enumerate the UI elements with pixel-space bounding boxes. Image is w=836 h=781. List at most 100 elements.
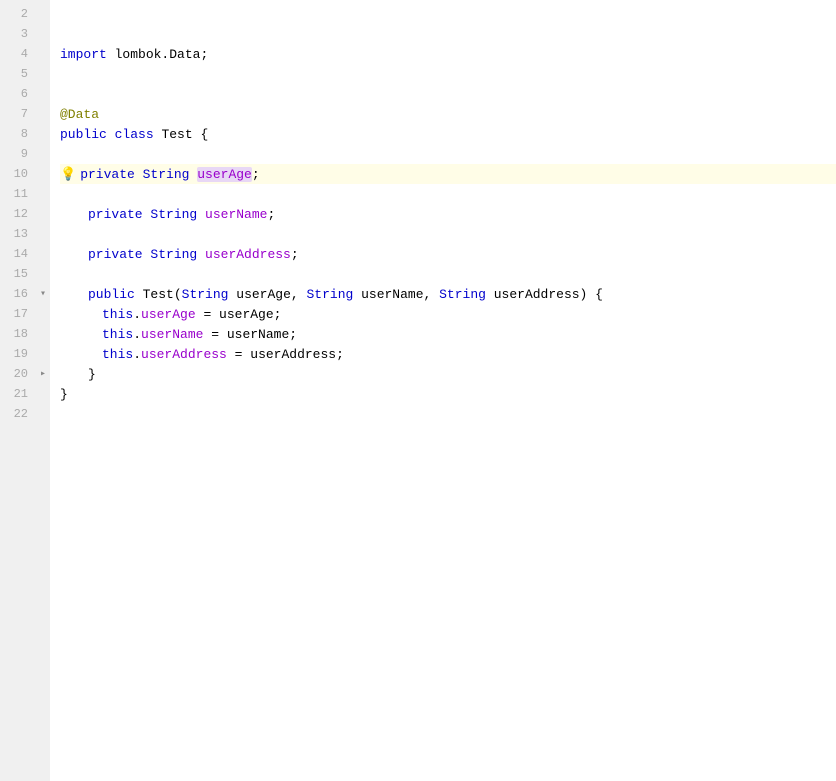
import-path: lombok. (107, 47, 169, 62)
code-line-8: public class Test { (60, 124, 836, 144)
line-num-19: 19 (0, 347, 36, 361)
code-line-18: this . userName = userName; (60, 324, 836, 344)
line-num-22: 22 (0, 407, 36, 421)
keyword-private-14: private (88, 247, 143, 262)
field-username: userName (205, 207, 267, 222)
code-line-19: this . userAddress = userAddress; (60, 344, 836, 364)
line-row-2: 2 (0, 4, 50, 24)
line-num-6: 6 (0, 87, 36, 101)
keyword-private-12: private (88, 207, 143, 222)
code-content[interactable]: import lombok. Data ; @Data public class… (50, 0, 836, 781)
line-num-9: 9 (0, 147, 36, 161)
line-row-17: 17 (0, 304, 50, 324)
line-num-5: 5 (0, 67, 36, 81)
code-line-11 (60, 184, 836, 204)
line-row-19: 19 (0, 344, 50, 364)
classname-test: Test (161, 127, 192, 142)
keyword-private-10: private (80, 167, 135, 182)
line-row-22: 22 (0, 404, 50, 424)
line-gutter: 2 3 4 5 6 7 8 9 (0, 0, 50, 781)
line-num-16: 16 (0, 287, 36, 301)
line-row-9: 9 (0, 144, 50, 164)
type-string-10: String (143, 167, 190, 182)
this-userage: userAge (141, 307, 196, 322)
type-string-12: String (150, 207, 197, 222)
param-type-2: String (306, 287, 353, 302)
keyword-import: import (60, 47, 107, 62)
keyword-public-8: public (60, 127, 107, 142)
keyword-this-17: this (102, 307, 133, 322)
param-type-1: String (182, 287, 229, 302)
line-num-2: 2 (0, 7, 36, 21)
line-num-10: 10 (0, 167, 36, 181)
line-num-13: 13 (0, 227, 36, 241)
line-row-18: 18 (0, 324, 50, 344)
line-num-11: 11 (0, 187, 36, 201)
line-row-15: 15 (0, 264, 50, 284)
line-row-4: 4 (0, 44, 50, 64)
line-num-14: 14 (0, 247, 36, 261)
code-line-12: private String userName ; (60, 204, 836, 224)
code-line-7: @Data (60, 104, 836, 124)
field-userage-highlight: userAge (197, 167, 252, 182)
code-line-16: public Test ( String userAge, String use… (60, 284, 836, 304)
line-num-4: 4 (0, 47, 36, 61)
line-row-7: 7 (0, 104, 50, 124)
code-line-10: 💡 private String userAge ; (60, 164, 836, 184)
line-row-16: 16 ▾ (0, 284, 50, 304)
code-line-6 (60, 84, 836, 104)
code-line-13 (60, 224, 836, 244)
line-row-12: 12 (0, 204, 50, 224)
line-row-13: 13 (0, 224, 50, 244)
keyword-this-19: this (102, 347, 133, 362)
annotation-data: @Data (60, 107, 99, 122)
code-line-5 (60, 64, 836, 84)
code-line-14: private String userAddress ; (60, 244, 836, 264)
import-class: Data (169, 47, 200, 62)
this-username: userName (141, 327, 203, 342)
line-num-8: 8 (0, 127, 36, 141)
line-row-14: 14 (0, 244, 50, 264)
line-num-21: 21 (0, 387, 36, 401)
line-row-6: 6 (0, 84, 50, 104)
fold-16[interactable]: ▾ (36, 288, 50, 300)
this-useraddress: userAddress (141, 347, 227, 362)
code-line-3 (60, 24, 836, 44)
line-num-7: 7 (0, 107, 36, 121)
line-num-20: 20 (0, 367, 36, 381)
line-num-18: 18 (0, 327, 36, 341)
constructor-test: Test (143, 287, 174, 302)
import-semi: ; (200, 47, 208, 62)
field-useraddress: userAddress (205, 247, 291, 262)
code-line-17: this . userAge = userAge; (60, 304, 836, 324)
line-row-20: 20 ▸ (0, 364, 50, 384)
line-num-15: 15 (0, 267, 36, 281)
line-row-3: 3 (0, 24, 50, 44)
type-string-14: String (150, 247, 197, 262)
code-line-2 (60, 4, 836, 24)
code-line-20: } (60, 364, 836, 384)
code-line-15 (60, 264, 836, 284)
closing-brace-class: } (60, 387, 68, 402)
code-line-9 (60, 144, 836, 164)
field-userage: userAge (197, 167, 252, 182)
code-editor: 2 3 4 5 6 7 8 9 (0, 0, 836, 781)
lightbulb-icon[interactable]: 💡 (60, 167, 76, 182)
line-num-17: 17 (0, 307, 36, 321)
code-line-21: } (60, 384, 836, 404)
code-line-4: import lombok. Data ; (60, 44, 836, 64)
line-num-3: 3 (0, 27, 36, 41)
param-type-3: String (439, 287, 486, 302)
line-row-21: 21 (0, 384, 50, 404)
keyword-public-16: public (88, 287, 135, 302)
fold-20[interactable]: ▸ (36, 368, 50, 380)
code-line-22 (60, 404, 836, 424)
closing-brace-method: } (88, 367, 96, 382)
line-row-5: 5 (0, 64, 50, 84)
keyword-this-18: this (102, 327, 133, 342)
line-row-8: 8 (0, 124, 50, 144)
line-row-10: 10 (0, 164, 50, 184)
line-num-12: 12 (0, 207, 36, 221)
keyword-class: class (115, 127, 154, 142)
line-row-11: 11 (0, 184, 50, 204)
